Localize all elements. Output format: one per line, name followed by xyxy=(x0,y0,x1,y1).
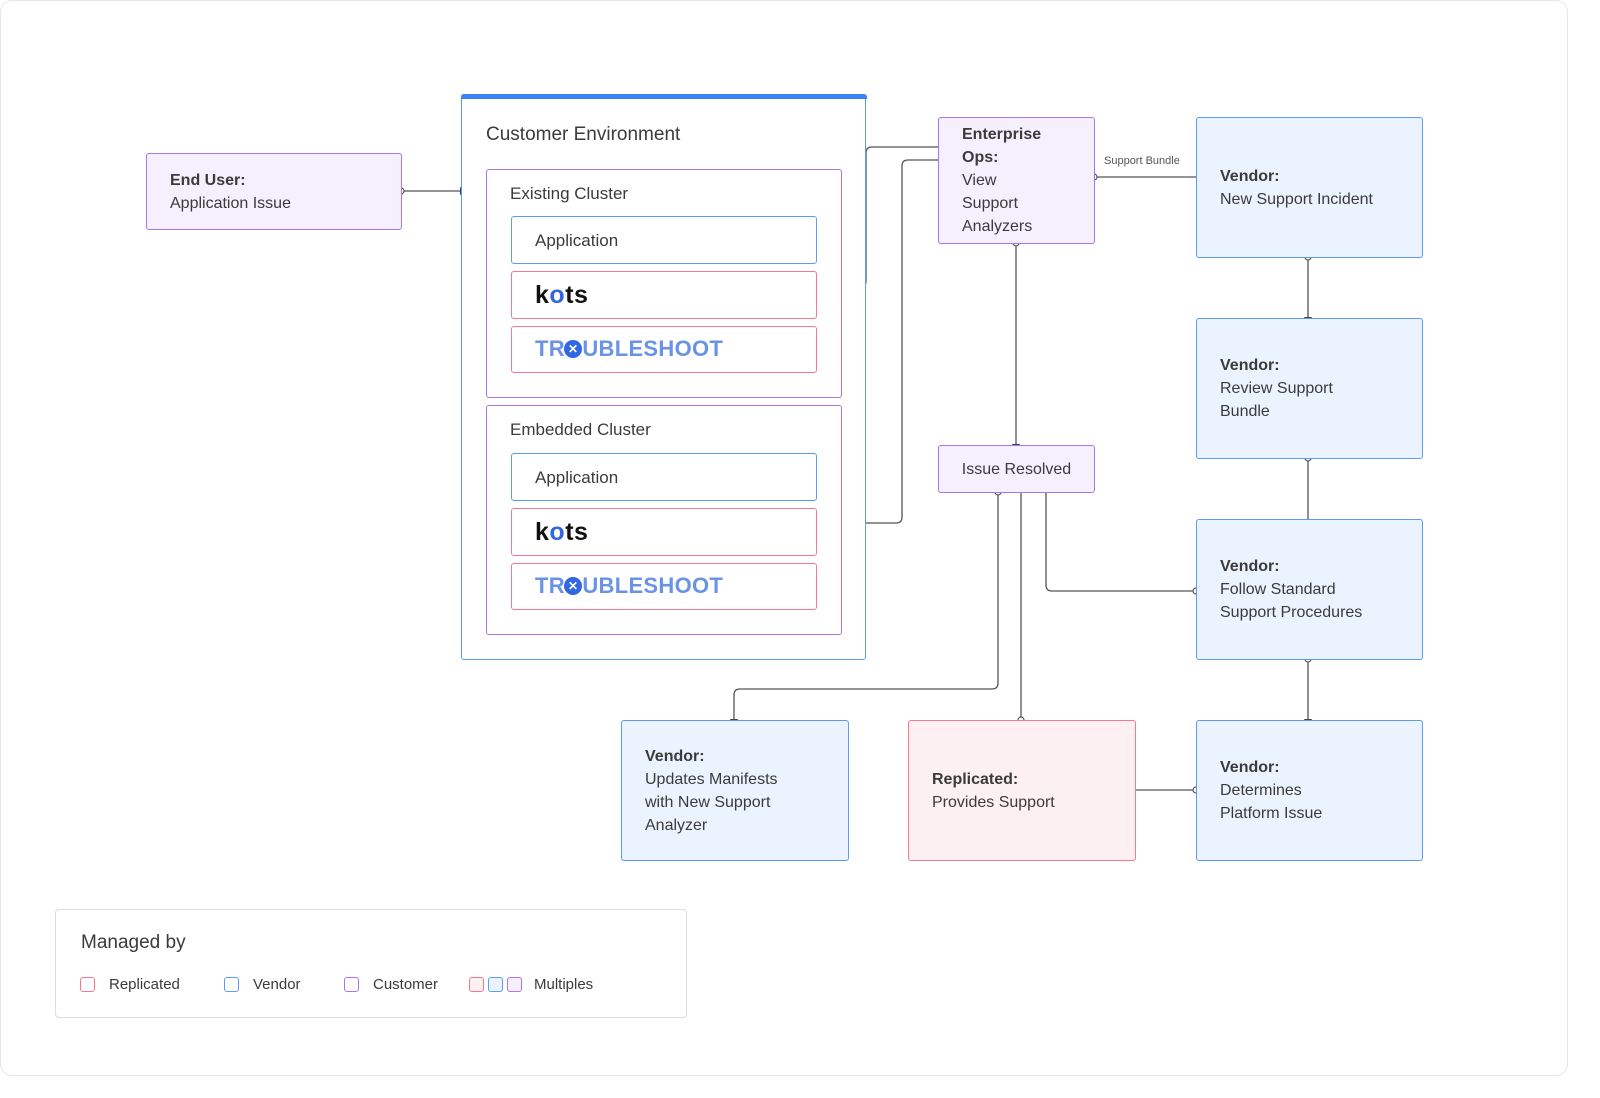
legend-title: Managed by xyxy=(81,932,186,953)
node-title: Enterprise Ops: xyxy=(962,126,1042,166)
legend-label: Multiples xyxy=(534,976,594,993)
node-text: Updates Manifests xyxy=(645,770,778,788)
node-text: Determines xyxy=(1220,782,1302,799)
troubleshoot-logo: TROUBLESHOOT ✕ xyxy=(535,337,723,363)
existing-kots-node[interactable]: kots xyxy=(511,271,817,319)
group-title: Customer Environment xyxy=(486,124,681,145)
kots-logo: kots xyxy=(535,280,589,309)
enterprise-ops-node[interactable]: Enterprise Ops: View Support Analyzers xyxy=(938,117,1095,244)
node-text: Issue Resolved xyxy=(961,460,1072,478)
legend-item-customer: Customer xyxy=(344,976,438,993)
embedded-kots-node[interactable]: kots xyxy=(511,508,817,556)
node-title: Replicated: xyxy=(932,770,1019,788)
node-text: Application xyxy=(535,467,619,487)
vendor-review-node[interactable]: Vendor: Review Support Bundle xyxy=(1196,318,1423,459)
group-accent-bar xyxy=(460,93,867,99)
node-text: Provides Support xyxy=(932,793,1055,811)
node-title: Vendor: xyxy=(645,747,705,765)
customer-swatch xyxy=(344,977,359,992)
legend-item-replicated: Replicated xyxy=(80,976,180,993)
node-text: Follow Standard xyxy=(1220,581,1336,598)
legend-item-multiples: Multiples xyxy=(469,976,593,993)
node-title: Vendor: xyxy=(1220,168,1280,185)
replicated-support-node[interactable]: Replicated: Provides Support xyxy=(908,720,1136,861)
vendor-determines-node[interactable]: Vendor: Determines Platform Issue xyxy=(1196,720,1423,861)
existing-application-node[interactable]: Application xyxy=(511,216,817,264)
group-title: Embedded Cluster xyxy=(510,420,651,439)
support-bundle-label: Support Bundle xyxy=(1104,155,1180,167)
troubleshoot-logo: TROUBLESHOOT ✕ xyxy=(535,574,723,600)
legend-label: Replicated xyxy=(109,976,180,993)
legend-label: Vendor xyxy=(253,976,301,993)
vendor-swatch xyxy=(488,977,503,992)
node-title: End User: xyxy=(170,171,246,189)
customer-swatch xyxy=(507,977,522,992)
embedded-application-node[interactable]: Application xyxy=(511,453,817,501)
existing-troubleshoot-node[interactable]: TROUBLESHOOT ✕ xyxy=(511,326,817,373)
legend-item-vendor: Vendor xyxy=(224,976,301,993)
legend: Managed by Replicated Vendor Customer Mu… xyxy=(55,909,687,1018)
vendor-follow-node[interactable]: Vendor: Follow Standard Support Procedur… xyxy=(1196,519,1423,660)
node-title: Vendor: xyxy=(1220,759,1280,776)
node-text: Support xyxy=(962,195,1019,212)
node-title: Vendor: xyxy=(1220,357,1280,374)
node-text: Platform Issue xyxy=(1220,805,1323,822)
node-text: Review Support xyxy=(1220,380,1333,397)
edge-follow-resolved xyxy=(1042,484,1196,592)
troubleshoot-tools-icon: ✕ xyxy=(564,339,582,358)
node-text: Support Procedures xyxy=(1220,604,1363,621)
embedded-troubleshoot-node[interactable]: TROUBLESHOOT ✕ xyxy=(511,563,817,610)
node-title: Vendor: xyxy=(1220,558,1280,575)
legend-label: Customer xyxy=(373,976,439,993)
vendor-updates-node[interactable]: Vendor: Updates Manifests with New Suppo… xyxy=(621,720,849,861)
troubleshoot-tools-icon: ✕ xyxy=(564,576,582,595)
node-text: View xyxy=(962,172,997,189)
node-text: Analyzer xyxy=(645,816,708,834)
node-text: with New Support xyxy=(645,793,771,811)
node-text: Application xyxy=(535,230,619,250)
end-user-node[interactable]: End User: Application Issue xyxy=(146,153,402,230)
vendor-new-incident-node[interactable]: Vendor: New Support Incident xyxy=(1196,117,1423,258)
vendor-swatch xyxy=(224,977,239,992)
node-text: Analyzers xyxy=(962,218,1033,235)
node-text: Application Issue xyxy=(170,194,291,212)
node-text: New Support Incident xyxy=(1220,191,1373,208)
group-title: Existing Cluster xyxy=(510,184,629,203)
replicated-swatch xyxy=(80,977,95,992)
replicated-swatch xyxy=(469,977,484,992)
kots-logo: kots xyxy=(535,517,589,546)
issue-resolved-node[interactable]: Issue Resolved xyxy=(938,445,1095,493)
node-text: Bundle xyxy=(1220,403,1270,420)
